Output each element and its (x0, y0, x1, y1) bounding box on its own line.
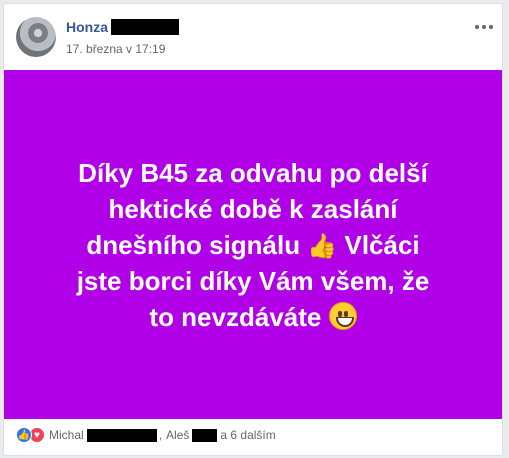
post-line-3b: Vlčáci (344, 229, 420, 260)
post-text: Díky B45 za odvahu po delší hektické dob… (43, 155, 463, 335)
more-options-icon[interactable] (474, 20, 494, 34)
dot (482, 25, 486, 29)
reactor-name-1[interactable]: Michal (49, 428, 84, 442)
smiley-icon (328, 301, 357, 330)
reactor-name-2[interactable]: Aleš (166, 428, 189, 442)
post-timestamp[interactable]: 17. března v 17:19 (66, 42, 165, 56)
post-card: Honza 17. března v 17:19 Díky B45 za odv… (3, 3, 503, 456)
dot (475, 25, 479, 29)
others-count[interactable]: a 6 dalším (220, 428, 275, 442)
post-line-3: dnešního signálu (86, 229, 301, 260)
redacted-name-2 (192, 428, 218, 442)
redacted-surname (111, 19, 179, 35)
thumbs-up-icon: 👍 (307, 232, 338, 260)
post-line-2: hektické době k zaslání (108, 193, 398, 224)
separator: , (158, 428, 163, 442)
redacted-name-1 (86, 428, 157, 442)
post-line-4: jste borci díky Vám všem, že (76, 265, 430, 296)
author-name[interactable]: Honza (66, 19, 108, 35)
reaction-icons: 👍 ♥ (16, 427, 45, 443)
dot (489, 25, 493, 29)
like-icon: 👍 (16, 427, 32, 443)
post-line-5: to nevzdáváte (149, 301, 322, 332)
avatar[interactable] (16, 17, 56, 57)
reactions-bar[interactable]: 👍 ♥ Michal , Aleš a 6 dalším (16, 427, 276, 443)
author-row: Honza (66, 19, 179, 35)
post-line-1: Díky B45 za odvahu po delší (78, 157, 428, 188)
post-background: Díky B45 za odvahu po delší hektické dob… (4, 70, 502, 419)
post-header: Honza 17. března v 17:19 (4, 4, 502, 68)
